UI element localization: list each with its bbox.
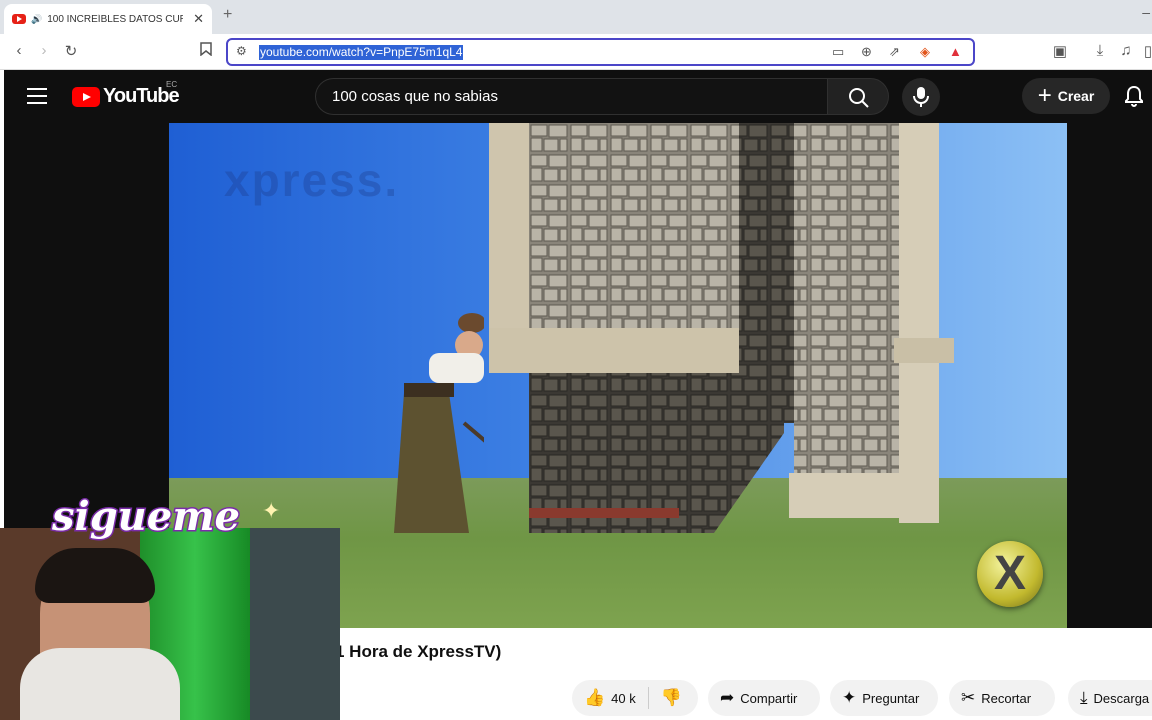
youtube-play-icon [72, 86, 100, 107]
sweeping-person-illustration [394, 313, 484, 533]
streamer-hair [35, 548, 155, 603]
browser-tab-strip: 🔊 100 INCREÍBLES DATOS CURI ✕ + – [0, 0, 1152, 34]
notifications-bell-icon[interactable] [1122, 84, 1146, 108]
bookmark-icon[interactable] [196, 42, 216, 60]
address-bar[interactable]: ⚙ youtube.com/watch?v=PnpE75m1qL4 ▭ ⊕ ⇗ … [226, 38, 975, 66]
clip-button[interactable]: ✂ Recortar [949, 680, 1055, 716]
ask-button[interactable]: ✦ Preguntar [830, 680, 938, 716]
create-button[interactable]: + Crear [1022, 78, 1110, 114]
share-label: Compartir [740, 690, 798, 706]
youtube-logo[interactable]: YouTube EC [72, 80, 180, 108]
like-count[interactable]: 40 k [611, 691, 636, 706]
masthead: YouTube EC 100 cosas que no sabias + Cre… [4, 70, 1152, 123]
browser-tab[interactable]: 🔊 100 INCREÍBLES DATOS CURI ✕ [4, 4, 212, 34]
brave-shield-icon[interactable]: ◈ [920, 44, 930, 60]
voice-search-button[interactable] [902, 78, 940, 116]
tab-close-icon[interactable]: ✕ [193, 11, 204, 27]
sigueme-text: sigueme [51, 493, 240, 540]
download-label: Descarga [1093, 690, 1150, 706]
stone-tower-illustration [489, 123, 954, 533]
new-tab-button[interactable]: + [223, 6, 232, 24]
streamer-hoodie [20, 648, 180, 720]
back-icon[interactable]: ‹ [9, 42, 29, 59]
close-overlay-button[interactable]: X [977, 541, 1043, 607]
youtube-favicon-icon [12, 14, 26, 24]
search-input[interactable]: 100 cosas que no sabias [315, 78, 827, 115]
create-label: Crear [1057, 88, 1095, 104]
sidebar-icon[interactable]: ▣ [1050, 42, 1070, 60]
browser-toolbar: ‹ › ↻ ⚙ youtube.com/watch?v=PnpE75m1qL4 … [0, 34, 1152, 70]
sparkle-icon: ✦ [262, 498, 280, 523]
sparkle-icon: ✦ [842, 688, 857, 707]
forward-icon[interactable]: › [34, 42, 54, 59]
zoom-icon[interactable]: ⊕ [861, 44, 872, 60]
reload-icon[interactable]: ↻ [61, 42, 81, 60]
like-icon[interactable]: 👍 [584, 688, 605, 708]
search-button[interactable] [827, 78, 889, 115]
brave-rewards-icon[interactable]: ▲ [949, 44, 962, 59]
download-icon: ⤓ [1080, 688, 1088, 707]
wallet-icon[interactable]: ▯ [1138, 42, 1152, 60]
region-code: EC [166, 80, 178, 89]
dislike-icon[interactable]: 👎 [661, 688, 682, 708]
plus-icon: + [1037, 82, 1052, 109]
microphone-icon [913, 87, 929, 107]
cast-icon[interactable]: ▭ [832, 44, 844, 60]
sigueme-sticker: sigueme ✦ [50, 492, 281, 542]
media-icon[interactable]: ♫ [1116, 42, 1136, 59]
search-icon [849, 88, 869, 108]
ask-label: Preguntar [862, 690, 920, 706]
share-page-icon[interactable]: ⇗ [889, 44, 900, 60]
downloads-icon[interactable]: ⤓ [1090, 42, 1110, 59]
close-x-icon: X [993, 547, 1026, 600]
speaker-icon[interactable]: 🔊 [31, 14, 42, 25]
webcam-background-right [250, 528, 340, 720]
like-dislike-group: 👍 40 k 👎 [572, 680, 698, 716]
download-button[interactable]: ⤓ Descarga [1068, 680, 1152, 716]
menu-icon[interactable] [27, 88, 47, 104]
share-icon: ➦ [720, 688, 735, 707]
webcam-overlay [0, 528, 340, 720]
divider [647, 687, 649, 709]
tab-title: 100 INCREÍBLES DATOS CURI [47, 13, 184, 25]
video-watermark: xpress. [224, 154, 400, 206]
url-text[interactable]: youtube.com/watch?v=PnpE75m1qL4 [259, 45, 464, 60]
video-title: 1 Hora de XpressTV) [335, 642, 502, 661]
scissors-icon: ✂ [961, 688, 976, 707]
site-settings-icon[interactable]: ⚙ [236, 44, 247, 58]
search-query[interactable]: 100 cosas que no sabias [332, 88, 498, 105]
clip-label: Recortar [981, 690, 1032, 706]
minimize-icon[interactable]: – [1142, 4, 1150, 20]
share-button[interactable]: ➦ Compartir [708, 680, 820, 716]
